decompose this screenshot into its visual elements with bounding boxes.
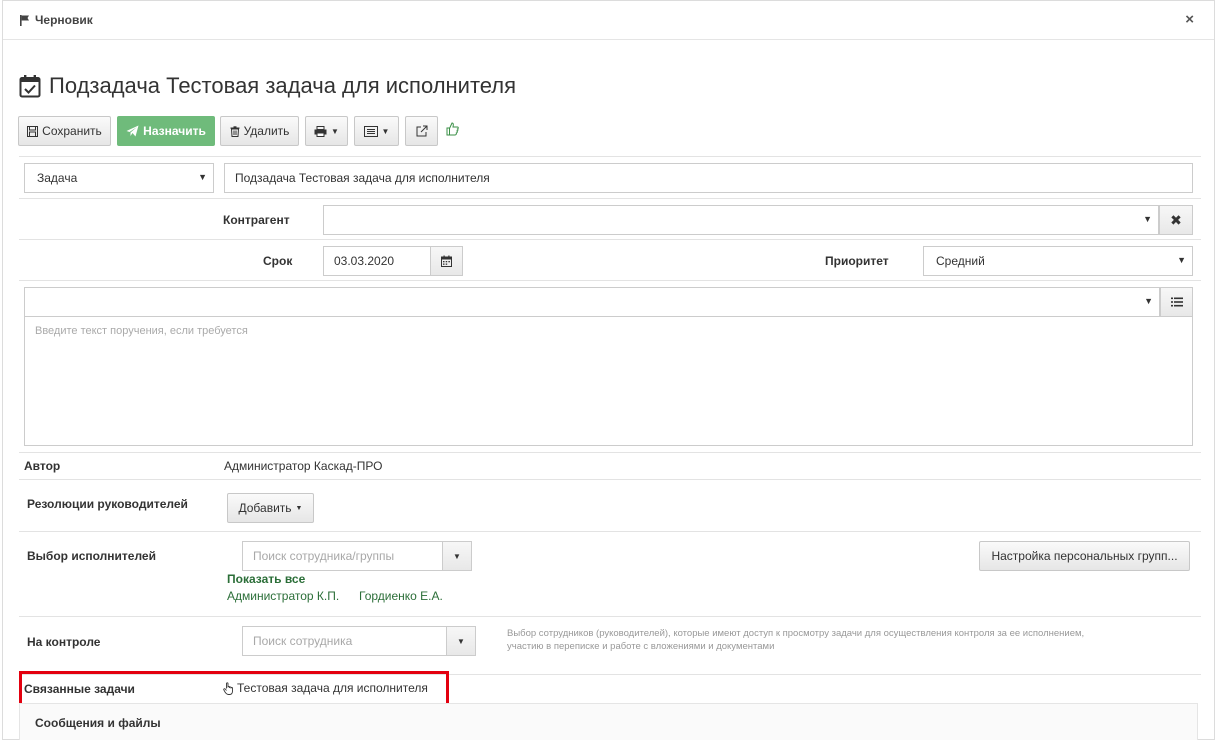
task-dialog: Черновик × Подзадача Тестовая задача для… <box>2 0 1215 740</box>
caret-down-icon: ▼ <box>1143 214 1152 224</box>
caret-down-icon: ▼ <box>457 636 465 646</box>
divider <box>19 479 1201 480</box>
author-value: Администратор Каскад-ПРО <box>224 459 383 473</box>
close-icon[interactable]: × <box>1185 11 1194 28</box>
template-select[interactable]: ▼ <box>24 287 1160 317</box>
priority-select[interactable]: Средний ▼ <box>923 246 1193 276</box>
controller-search-placeholder: Поиск сотрудника <box>253 634 353 648</box>
delete-label: Удалить <box>243 124 290 138</box>
list-box-icon <box>363 125 378 137</box>
task-name-input[interactable]: Подзадача Тестовая задача для исполнител… <box>224 163 1193 193</box>
add-resolution-button[interactable]: Добавить ▼ <box>227 493 314 523</box>
assign-label: Назначить <box>143 124 206 138</box>
show-all-link[interactable]: Показать все <box>227 572 305 586</box>
control-help-text: Выбор сотрудников (руководителей), котор… <box>507 627 1197 653</box>
priority-value: Средний <box>936 254 985 268</box>
personal-groups-label: Настройка персональных групп... <box>991 549 1178 563</box>
dialog-title: Черновик <box>19 13 93 27</box>
divider <box>19 156 1201 157</box>
executor-dropdown-button[interactable]: ▼ <box>442 541 472 571</box>
divider <box>19 239 1201 240</box>
executor-person[interactable]: Администратор К.П. <box>227 589 339 603</box>
counterparty-select[interactable]: ▼ <box>323 205 1159 235</box>
dialog-header: Черновик × <box>3 1 1214 40</box>
deadline-label: Срок <box>263 254 293 268</box>
caret-down-icon: ▼ <box>331 126 339 136</box>
highlight-box <box>19 671 449 706</box>
page-title-text: Подзадача Тестовая задача для исполнител… <box>49 73 517 98</box>
divider <box>19 616 1201 617</box>
delete-button[interactable]: Удалить <box>220 116 299 146</box>
caret-down-icon: ▼ <box>295 504 303 512</box>
control-help-line: участию в переписке и работе с вложениям… <box>507 641 775 652</box>
author-label: Автор <box>24 459 61 473</box>
save-button[interactable]: Сохранить <box>18 116 111 146</box>
executor-person[interactable]: Гордиенко Е.А. <box>359 589 443 603</box>
controller-dropdown-button[interactable]: ▼ <box>446 626 476 656</box>
priority-label: Приоритет <box>825 254 889 268</box>
clear-counterparty-button[interactable]: ✖ <box>1159 205 1193 235</box>
close-icon: ✖ <box>1170 211 1182 228</box>
assign-button[interactable]: Назначить <box>117 116 215 146</box>
floppy-icon <box>27 125 39 137</box>
list-icon <box>1170 297 1183 307</box>
task-type-value: Задача <box>37 171 78 185</box>
deadline-value: 03.03.2020 <box>334 254 395 268</box>
print-dropdown-button[interactable]: ▼ <box>305 116 348 146</box>
task-text-placeholder: Введите текст поручения, если требуется <box>35 325 248 337</box>
thumbs-up-icon[interactable] <box>446 122 460 136</box>
personal-groups-button[interactable]: Настройка персональных групп... <box>979 541 1190 571</box>
divider <box>19 531 1201 532</box>
controller-search-input[interactable]: Поиск сотрудника <box>242 626 447 656</box>
executors-label: Выбор исполнителей <box>27 549 156 563</box>
control-help-line: Выбор сотрудников (руководителей), котор… <box>507 628 1085 639</box>
caret-down-icon: ▼ <box>1144 296 1153 306</box>
caret-down-icon: ▼ <box>1177 255 1186 265</box>
executor-search-placeholder: Поиск сотрудника/группы <box>253 549 395 563</box>
paper-plane-icon <box>126 125 139 137</box>
messages-title: Сообщения и файлы <box>35 716 161 730</box>
messages-panel: Сообщения и файлы <box>19 703 1198 740</box>
divider <box>19 452 1201 453</box>
task-text-area[interactable]: Введите текст поручения, если требуется <box>24 316 1193 446</box>
open-external-button[interactable] <box>405 116 438 146</box>
add-resolution-label: Добавить <box>238 501 292 515</box>
view-dropdown-button[interactable]: ▼ <box>354 116 399 146</box>
calendar-icon <box>441 255 452 267</box>
printer-icon <box>314 125 327 137</box>
flag-icon <box>20 15 29 26</box>
task-name-value: Подзадача Тестовая задача для исполнител… <box>235 171 490 185</box>
external-link-icon <box>416 125 427 137</box>
task-type-select[interactable]: Задача ▼ <box>24 163 214 193</box>
control-label: На контроле <box>27 635 101 649</box>
trash-icon <box>230 125 240 137</box>
deadline-input[interactable]: 03.03.2020 <box>323 246 431 276</box>
calendar-check-icon <box>19 75 41 98</box>
caret-down-icon: ▼ <box>198 172 207 182</box>
dialog-title-text: Черновик <box>35 13 93 27</box>
caret-down-icon: ▼ <box>381 126 390 136</box>
counterparty-label: Контрагент <box>223 213 290 227</box>
template-list-button[interactable] <box>1160 287 1193 317</box>
page-title: Подзадача Тестовая задача для исполнител… <box>19 73 516 99</box>
calendar-button[interactable] <box>430 246 463 276</box>
resolutions-label: Резолюции руководителей <box>27 497 188 511</box>
save-label: Сохранить <box>42 124 102 138</box>
executor-search-input[interactable]: Поиск сотрудника/группы <box>242 541 443 571</box>
divider <box>19 198 1201 199</box>
caret-down-icon: ▼ <box>453 551 461 561</box>
divider <box>19 280 1201 281</box>
